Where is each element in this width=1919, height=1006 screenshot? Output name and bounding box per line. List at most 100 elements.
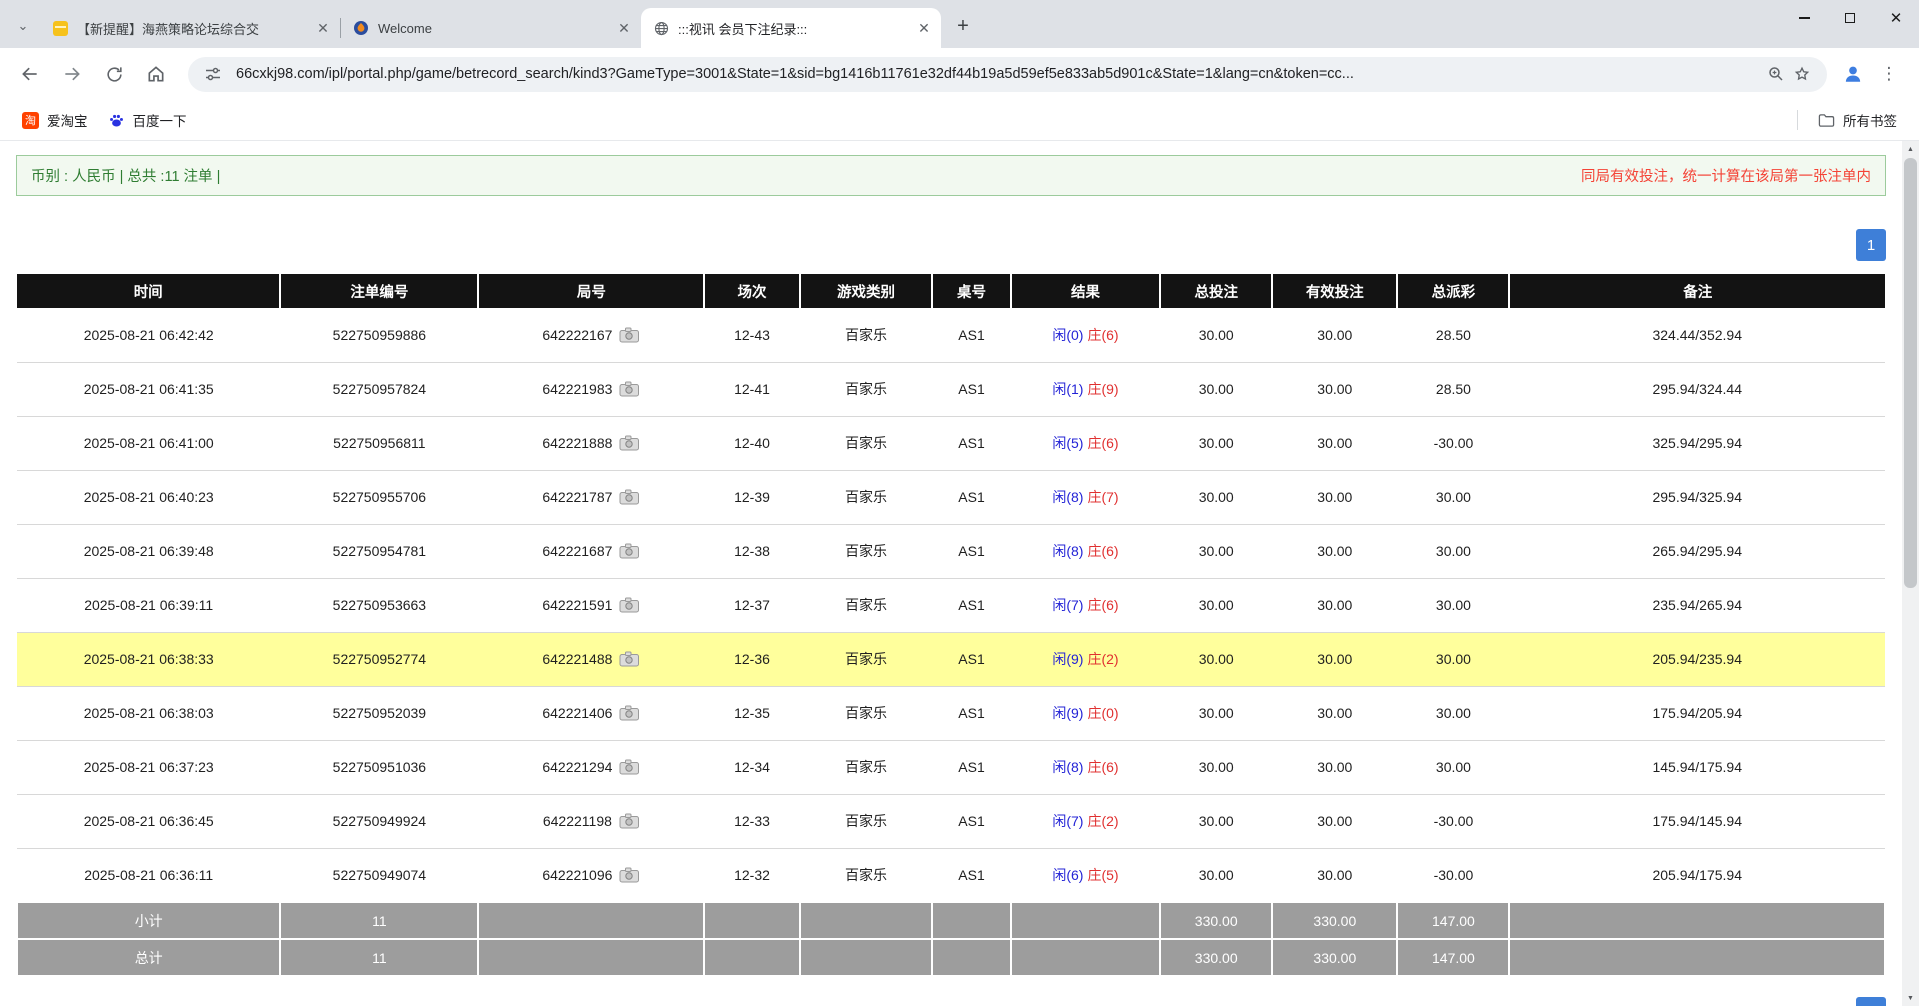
bookmark-star-icon[interactable]	[1789, 61, 1815, 87]
tab-title: Welcome	[378, 21, 615, 36]
cell-table: AS1	[932, 740, 1010, 794]
cell-bet-id: 522750953663	[280, 578, 478, 632]
cell-table: AS1	[932, 632, 1010, 686]
browser-menu-icon[interactable]: ⋮	[1871, 56, 1907, 92]
cell-total-bet: 30.00	[1160, 848, 1272, 902]
video-camera-icon[interactable]	[619, 813, 640, 829]
close-tab-icon[interactable]: ✕	[314, 19, 332, 37]
cell-payout: 30.00	[1397, 740, 1509, 794]
bookmark-taobao[interactable]: 淘 爱淘宝	[12, 106, 98, 134]
cell-time: 2025-08-21 06:37:23	[17, 740, 280, 794]
subtotal-label: 小计	[17, 902, 280, 939]
cell-result: 闲(7)庄(6)	[1011, 578, 1160, 632]
result-banker: 庄(2)	[1087, 813, 1118, 829]
cell-session: 12-37	[704, 578, 799, 632]
url-text[interactable]: 66cxkj98.com/ipl/portal.php/game/betreco…	[236, 66, 1753, 82]
cell-game-type: 百家乐	[800, 794, 933, 848]
cell-table: AS1	[932, 416, 1010, 470]
result-banker: 庄(5)	[1087, 867, 1118, 883]
round-number: 642221983	[542, 381, 612, 397]
site-settings-icon[interactable]	[200, 61, 226, 87]
page-1-button[interactable]: 1	[1856, 229, 1886, 261]
cell-bet-id: 522750949074	[280, 848, 478, 902]
cell-payout: 30.00	[1397, 578, 1509, 632]
video-camera-icon[interactable]	[619, 651, 640, 667]
cell-remark: 175.94/205.94	[1509, 686, 1885, 740]
cell-valid-bet: 30.00	[1272, 686, 1397, 740]
scroll-down-icon[interactable]: ▼	[1902, 990, 1919, 1006]
video-camera-icon[interactable]	[619, 489, 640, 505]
cell-valid-bet: 30.00	[1272, 578, 1397, 632]
video-camera-icon[interactable]	[619, 435, 640, 451]
cell-payout: -30.00	[1397, 794, 1509, 848]
forward-button[interactable]	[54, 56, 90, 92]
new-tab-button[interactable]: +	[949, 12, 977, 40]
home-button[interactable]	[138, 56, 174, 92]
minimize-button[interactable]	[1781, 0, 1827, 36]
video-camera-icon[interactable]	[619, 867, 640, 883]
cell-game-type: 百家乐	[800, 632, 933, 686]
profile-avatar-icon[interactable]	[1835, 56, 1871, 92]
taobao-icon: 淘	[22, 112, 39, 129]
cell-result: 闲(8)庄(7)	[1011, 470, 1160, 524]
round-number: 642221198	[543, 813, 612, 829]
bookmark-baidu[interactable]: 百度一下	[98, 106, 197, 134]
page-scrollbar[interactable]: ▲ ▼	[1902, 141, 1919, 1006]
tab-search-chevron-icon[interactable]: ⌄	[10, 13, 36, 39]
cell-total-bet: 30.00	[1160, 740, 1272, 794]
total-payout: 147.00	[1397, 939, 1509, 976]
video-camera-icon[interactable]	[619, 597, 640, 613]
cell-payout: 28.50	[1397, 308, 1509, 362]
result-player: 闲(8)	[1052, 543, 1083, 559]
close-window-button[interactable]: ✕	[1873, 0, 1919, 36]
result-player: 闲(8)	[1052, 489, 1083, 505]
bet-records-table: 时间 注单编号 局号 场次 游戏类别 桌号 结果 总投注 有效投注 总派彩 备注…	[16, 274, 1886, 977]
maximize-button[interactable]	[1827, 0, 1873, 36]
cell-game-type: 百家乐	[800, 686, 933, 740]
bookmark-label: 爱淘宝	[47, 110, 88, 130]
cell-total-bet: 30.00	[1160, 578, 1272, 632]
url-bar[interactable]: 66cxkj98.com/ipl/portal.php/game/betreco…	[188, 57, 1827, 92]
result-player: 闲(1)	[1052, 381, 1083, 397]
tab-forum[interactable]: 【新提醒】海燕策略论坛综合交 ✕	[40, 8, 340, 48]
cell-result: 闲(1)庄(9)	[1011, 362, 1160, 416]
all-bookmarks-button[interactable]: 所有书签	[1808, 106, 1907, 134]
result-banker: 庄(6)	[1087, 327, 1118, 343]
video-camera-icon[interactable]	[619, 543, 640, 559]
bookmark-label: 百度一下	[133, 110, 187, 130]
cell-game-type: 百家乐	[800, 740, 933, 794]
cell-round: 642221096	[478, 848, 704, 902]
tab-welcome[interactable]: Welcome ✕	[341, 8, 641, 48]
close-tab-icon[interactable]: ✕	[915, 19, 933, 37]
refresh-button[interactable]	[96, 56, 132, 92]
cell-total-bet: 30.00	[1160, 686, 1272, 740]
summary-bar: 币别 : 人民币 | 总共 :11 注单 | 同局有效投注，统一计算在该局第一张…	[16, 155, 1886, 196]
cell-time: 2025-08-21 06:41:00	[17, 416, 280, 470]
video-camera-icon[interactable]	[619, 381, 640, 397]
zoom-icon[interactable]	[1763, 61, 1789, 87]
round-number: 642221488	[542, 651, 612, 667]
cell-table: AS1	[932, 848, 1010, 902]
cell-payout: 30.00	[1397, 470, 1509, 524]
cell-total-bet: 30.00	[1160, 524, 1272, 578]
scroll-up-icon[interactable]: ▲	[1902, 141, 1919, 157]
col-round: 局号	[478, 274, 704, 308]
result-player: 闲(7)	[1052, 597, 1083, 613]
video-camera-icon[interactable]	[619, 705, 640, 721]
forum-favicon-icon	[52, 20, 68, 36]
cell-remark: 295.94/325.94	[1509, 470, 1885, 524]
page-1-button-bottom[interactable]: 1	[1856, 997, 1886, 1006]
video-camera-icon[interactable]	[619, 759, 640, 775]
cell-remark: 324.44/352.94	[1509, 308, 1885, 362]
cell-bet-id: 522750957824	[280, 362, 478, 416]
back-button[interactable]	[12, 56, 48, 92]
scrollbar-thumb[interactable]	[1904, 158, 1917, 588]
close-tab-icon[interactable]: ✕	[615, 19, 633, 37]
table-row: 2025-08-21 06:36:45 522750949924 6422211…	[17, 794, 1885, 848]
cell-remark: 145.94/175.94	[1509, 740, 1885, 794]
tab-strip: ⌄ 【新提醒】海燕策略论坛综合交 ✕ Welcome ✕ :::视讯 会员下注纪…	[0, 0, 1919, 48]
tab-title: :::视讯 会员下注纪录:::	[678, 19, 915, 38]
result-banker: 庄(6)	[1087, 543, 1118, 559]
video-camera-icon[interactable]	[619, 327, 640, 343]
tab-bet-records[interactable]: :::视讯 会员下注纪录::: ✕	[641, 8, 941, 48]
